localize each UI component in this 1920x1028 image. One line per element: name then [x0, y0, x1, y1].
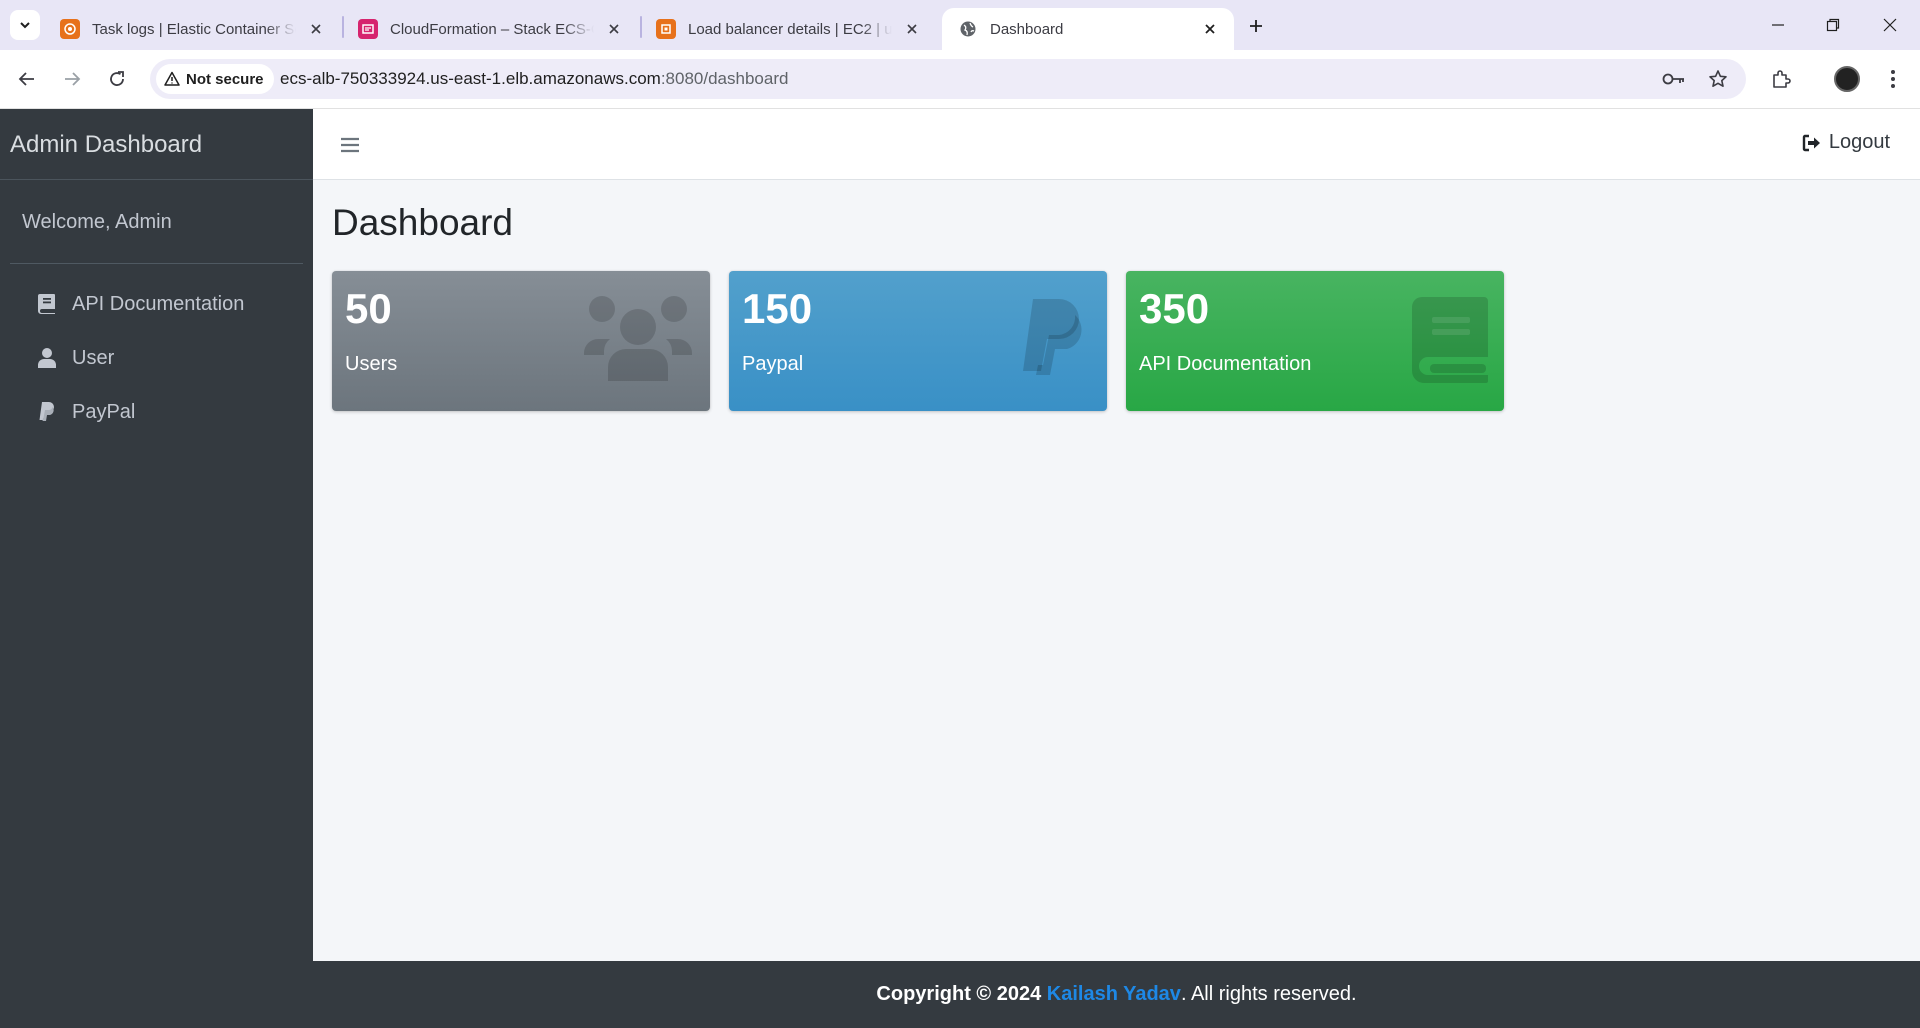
sidebar-item-label: User: [72, 346, 115, 369]
tab-title: Load balancer details | EC2 | us-: [688, 20, 892, 38]
stat-value: 50: [345, 285, 392, 332]
forward-button[interactable]: [57, 64, 87, 94]
logout-label: Logout: [1828, 131, 1890, 153]
browser-tab[interactable]: Load balancer details | EC2 | us-: [640, 8, 936, 50]
sidebar: Admin Dashboard Welcome, Admin API Docum…: [0, 109, 313, 1028]
browser-tab[interactable]: CloudFormation – Stack ECS-Co: [342, 8, 638, 50]
users-icon: [584, 296, 692, 381]
sidebar-item-label: PayPal: [72, 400, 136, 423]
stat-card-api-documentation[interactable]: 350 API Documentation: [1126, 271, 1504, 411]
rights-text: . All rights reserved.: [1180, 983, 1357, 1005]
close-icon[interactable]: [1198, 17, 1222, 41]
close-icon[interactable]: [602, 17, 626, 41]
browser-tab-bar: Task logs | Elastic Container Ser CloudF…: [0, 0, 1920, 50]
stat-card-paypal[interactable]: 150 Paypal: [729, 271, 1107, 411]
stat-label: Users: [345, 353, 398, 375]
sidebar-item-label: API Documentation: [72, 292, 245, 315]
user-icon: [36, 346, 58, 370]
copyright-text: Copyright © 2024: [876, 983, 1042, 1005]
sidebar-item-user[interactable]: User: [0, 331, 313, 385]
stat-label: Paypal: [742, 353, 804, 375]
aws-cloudformation-icon: [358, 19, 378, 39]
paypal-icon: [1023, 299, 1082, 375]
browser-tab[interactable]: Task logs | Elastic Container Ser: [44, 8, 340, 50]
sidebar-item-api-documentation[interactable]: API Documentation: [0, 277, 313, 331]
footer: Copyright © 2024 Kailash Yadav. All righ…: [313, 961, 1920, 1028]
browser-tab-active[interactable]: Dashboard: [942, 8, 1234, 50]
address-bar[interactable]: Not secure ecs-alb-750333924.us-east-1.e…: [150, 59, 1746, 99]
main-header: Logout: [313, 109, 1920, 180]
new-tab-button[interactable]: [1242, 12, 1270, 40]
plus-icon: [1250, 20, 1262, 32]
book-icon: [36, 292, 58, 316]
author-link[interactable]: Kailash Yadav: [1047, 983, 1181, 1006]
stat-value: 350: [1139, 285, 1210, 332]
menu-toggle-icon[interactable]: [337, 133, 363, 157]
more-menu-icon[interactable]: [1878, 64, 1908, 94]
reload-icon: [110, 71, 124, 86]
sign-out-icon: [1802, 134, 1820, 151]
tab-title: Dashboard: [990, 20, 1064, 38]
welcome-text: Welcome, Admin: [10, 180, 303, 264]
profile-avatar[interactable]: [1834, 66, 1860, 92]
security-chip[interactable]: Not secure: [156, 64, 274, 94]
minimize-button[interactable]: [1758, 10, 1798, 40]
url-host: ecs-alb-750333924.us-east-1.elb.amazonaw…: [280, 69, 661, 88]
globe-icon: [958, 19, 978, 39]
close-icon[interactable]: [304, 17, 328, 41]
tab-title: CloudFormation – Stack ECS-Co: [390, 20, 594, 38]
close-icon[interactable]: [900, 17, 924, 41]
url-text: ecs-alb-750333924.us-east-1.elb.amazonaw…: [280, 69, 788, 89]
book-icon: [1412, 297, 1488, 383]
browser-toolbar: Not secure ecs-alb-750333924.us-east-1.e…: [0, 50, 1920, 109]
url-path: :8080/dashboard: [660, 69, 789, 88]
reload-button[interactable]: [102, 64, 132, 94]
page-title: Dashboard: [332, 202, 514, 243]
star-icon[interactable]: [1706, 67, 1730, 91]
tab-title: Task logs | Elastic Container Ser: [92, 20, 296, 38]
stat-card-users[interactable]: 50 Users: [332, 271, 710, 411]
arrow-left-icon: [18, 72, 34, 86]
paypal-icon: [36, 400, 58, 424]
sidebar-item-paypal[interactable]: PayPal: [0, 385, 313, 439]
security-label: Not secure: [186, 70, 264, 88]
chevron-down-icon: [20, 22, 30, 29]
tab-search-button[interactable]: [10, 10, 40, 40]
restore-button[interactable]: [1813, 10, 1853, 40]
close-window-button[interactable]: [1870, 10, 1910, 40]
warning-icon: [164, 71, 180, 86]
logout-button[interactable]: Logout: [1802, 131, 1890, 154]
extensions-icon[interactable]: [1766, 64, 1796, 94]
stat-value: 150: [742, 285, 813, 332]
restore-icon: [1826, 18, 1840, 32]
content-area: Dashboard 50 Users 150 Paypal 350 API Do…: [313, 180, 1920, 961]
sidebar-nav: API Documentation User PayPal: [0, 264, 313, 439]
brand-title[interactable]: Admin Dashboard: [0, 109, 313, 180]
stat-label: API Documentation: [1139, 353, 1312, 375]
minimize-icon: [1772, 24, 1784, 26]
close-icon: [1883, 18, 1897, 32]
aws-ec2-icon: [656, 19, 676, 39]
arrow-right-icon: [65, 72, 81, 86]
back-button[interactable]: [12, 64, 42, 94]
password-key-icon[interactable]: [1662, 67, 1686, 91]
aws-ecs-icon: [60, 19, 80, 39]
